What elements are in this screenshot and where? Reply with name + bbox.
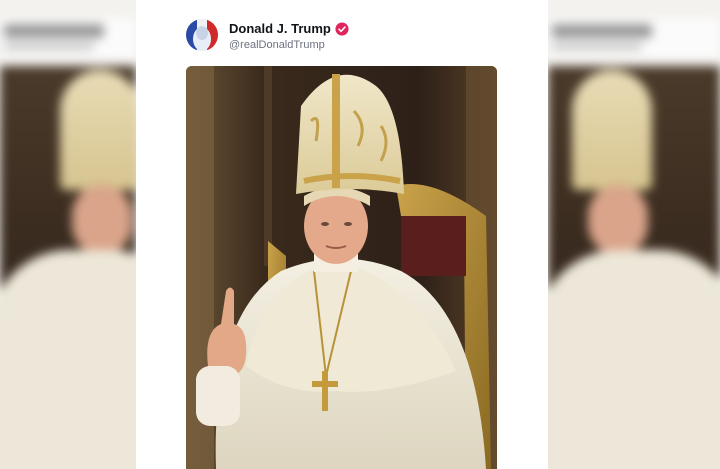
profile-avatar[interactable] — [186, 19, 218, 51]
avatar-icon — [186, 19, 218, 51]
blurred-background-left — [0, 0, 136, 469]
author-display-name[interactable]: Donald J. Trump — [229, 21, 331, 36]
verified-badge-icon — [335, 21, 349, 36]
post-image[interactable] — [186, 66, 497, 469]
author-handle[interactable]: @realDonaldTrump — [229, 39, 325, 51]
post-card: Donald J. Trump @realDonaldTrump — [136, 0, 548, 469]
pope-portrait-image — [186, 66, 497, 469]
blurred-background-right — [548, 0, 720, 469]
author-name-row: Donald J. Trump — [229, 21, 349, 36]
